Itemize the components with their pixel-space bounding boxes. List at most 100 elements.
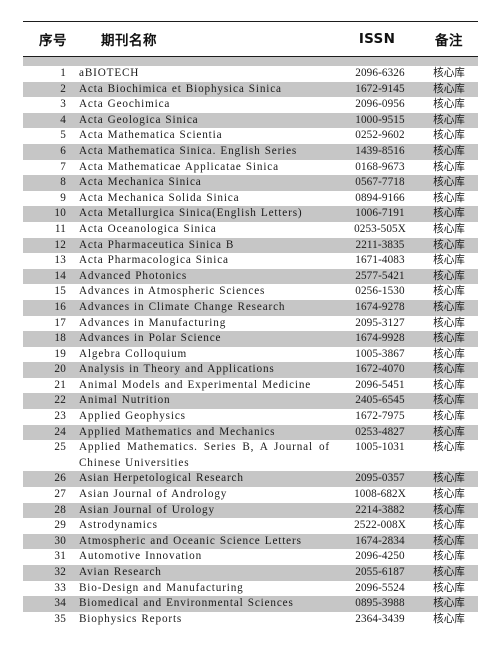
cell-index: 23	[54, 410, 66, 423]
cell-issn: 0253-505X	[354, 222, 406, 235]
cell-index: 3	[60, 98, 66, 111]
cell-note: 核心库	[433, 67, 465, 79]
cell-issn: 2214-3882	[355, 503, 405, 516]
cell-journal-name: Biomedical and Environmental Sciences	[79, 597, 294, 610]
cell-note: 核心库	[433, 394, 465, 407]
table-row: 16 Advances in Climate Change Research 167…	[23, 299, 478, 316]
cell-journal-name: Acta Oceanologica Sinica	[79, 222, 217, 235]
cell-index: 6	[60, 144, 66, 157]
cell-journal-name: Applied Mathematics and Mechanics	[79, 425, 276, 438]
cell-issn: 0168-9673	[355, 160, 405, 173]
cell-note: 核心库	[433, 378, 465, 391]
cell-issn: 1000-9515	[355, 113, 405, 126]
header-shade-band	[23, 57, 478, 66]
cell-journal-name: Animal Nutrition	[79, 394, 171, 407]
table-row: 32 Avian Research 2055-6187 核心库	[23, 565, 478, 581]
cell-journal-name: Advanced Photonics	[79, 269, 188, 282]
cell-note: 核心库	[433, 160, 465, 173]
cell-note: 核心库	[433, 519, 465, 532]
cell-index: 13	[54, 254, 66, 267]
cell-issn: 2364-3439	[355, 612, 405, 625]
cell-journal-name-line: Applied Mathematics. Series B, A Journal…	[79, 441, 330, 454]
cell-issn: 1008-682X	[354, 488, 406, 501]
cell-index: 29	[54, 519, 66, 532]
cell-note: 核心库	[433, 300, 465, 313]
cell-note: 核心库	[433, 191, 465, 204]
cell-issn: 1005-3867	[355, 347, 405, 360]
cell-issn: 2405-6545	[355, 394, 405, 407]
cell-note: 核心库	[433, 222, 465, 235]
cell-issn: 1674-9278	[355, 300, 405, 313]
table-row: 29 Astrodynamics 2522-008X 核心库	[23, 518, 478, 534]
table-row: 1 aBIOTECH 2096-6326 核心库	[23, 66, 478, 82]
cell-index: 7	[60, 160, 66, 173]
cell-note: 核心库	[433, 129, 465, 142]
cell-index: 26	[54, 472, 66, 485]
cell-index: 15	[54, 285, 66, 298]
cell-issn: 2096-0956	[355, 98, 405, 111]
cell-journal-name: Asian Journal of Urology	[79, 503, 215, 516]
cell-issn: 2095-3127	[355, 316, 405, 329]
cell-issn: 2096-5451	[355, 378, 405, 391]
cell-journal-name: Algebra Colloquium	[79, 347, 188, 360]
table-row: 3 Acta Geochimica 2096-0956 核心库	[23, 97, 478, 113]
cell-issn: 0895-3988	[355, 597, 405, 610]
cell-issn: 2096-5524	[355, 581, 405, 594]
cell-note: 核心库	[433, 581, 465, 594]
cell-index: 27	[54, 488, 66, 501]
column-header-issn: ISSN	[358, 31, 396, 47]
cell-note: 核心库	[433, 363, 465, 376]
cell-note: 核心库	[433, 238, 465, 251]
cell-issn: 2095-0357	[355, 472, 405, 485]
cell-index: 9	[60, 191, 66, 204]
table-row: 9 Acta Mechanica Solida Sinica 0894-9166 核心…	[23, 191, 478, 207]
cell-index: 30	[54, 534, 66, 547]
cell-issn: 1674-9928	[355, 332, 405, 345]
cell-note: 核心库	[433, 254, 465, 267]
table-body: 1 aBIOTECH 2096-6326 核心库 2 Acta Biochimica et…	[23, 66, 478, 627]
cell-index: 24	[54, 425, 66, 438]
table-row: 27 Asian Journal of Andrology 1008-682X 核心库	[23, 487, 478, 503]
cell-journal-name: Advances in Atmospheric Sciences	[79, 285, 266, 298]
table-row: 15 Advances in Atmospheric Sciences 0256-1…	[23, 284, 478, 300]
cell-issn: 0894-9166	[355, 191, 405, 204]
table-row: 12 Acta Pharmaceutica Sinica B 2211-3835 核心…	[23, 237, 478, 254]
table-row: 13 Acta Pharmacologica Sinica 1671-4083 核心库	[23, 253, 478, 269]
table-row: 23 Applied Geophysics 1672-7975 核心库	[23, 409, 478, 425]
cell-journal-name: Animal Models and Experimental Medicine	[79, 378, 312, 391]
cell-issn: 2577-5421	[355, 269, 405, 282]
table-row: 19 Algebra Colloquium 1005-3867 核心库	[23, 347, 478, 363]
table-row: 8 Acta Mechanica Sinica 0567-7718 核心库	[23, 175, 478, 191]
cell-issn: 1439-8516	[355, 144, 405, 157]
cell-index: 20	[54, 363, 66, 376]
table-row: 26 Asian Herpetological Research 2095-0357…	[23, 471, 478, 488]
cell-note: 核心库	[433, 550, 465, 563]
journal-list-page: 序号 期刊名称 ISSN 备注 1 aBIOTECH 2096-6326 核心库 2 Ac…	[0, 0, 500, 667]
column-header-journal-name: 期刊名称	[101, 33, 157, 49]
cell-issn: 1674-2834	[355, 534, 405, 547]
cell-issn: 1006-7191	[355, 207, 405, 220]
table-row: 6 Acta Mathematica Sinica. English Series…	[23, 143, 478, 160]
cell-index: 32	[54, 566, 66, 578]
cell-note: 核心库	[433, 488, 465, 501]
cell-journal-name: Acta Mathematica Scientia	[79, 129, 223, 142]
cell-journal-name: Advances in Polar Science	[79, 332, 222, 345]
cell-index: 19	[54, 347, 66, 360]
table-row: 20 Analysis in Theory and Applications 167…	[23, 362, 478, 378]
cell-journal-name: Astrodynamics	[79, 519, 158, 532]
cell-note: 核心库	[433, 207, 465, 220]
table-row: 25 Applied Mathematics. Series B, A Journ…	[23, 440, 478, 471]
cell-index: 18	[54, 332, 66, 345]
cell-journal-name: Acta Biochimica et Biophysica Sinica	[79, 82, 282, 95]
cell-index: 2	[60, 82, 66, 95]
cell-note: 核心库	[433, 534, 465, 547]
cell-journal-name: aBIOTECH	[79, 67, 140, 79]
cell-journal-name: Acta Pharmacologica Sinica	[79, 254, 229, 267]
cell-journal-name: Advances in Manufacturing	[79, 316, 227, 329]
cell-journal-name-line: Chinese Universities	[79, 456, 190, 469]
cell-note: 核心库	[433, 472, 465, 485]
cell-index: 1	[60, 67, 66, 79]
table-row: 7 Acta Mathematicae Applicatae Sinica 0168…	[23, 160, 478, 176]
table-row: 10 Acta Metallurgica Sinica(English Lette…	[23, 206, 478, 222]
table-row: 5 Acta Mathematica Scientia 0252-9602 核心库	[23, 128, 478, 144]
